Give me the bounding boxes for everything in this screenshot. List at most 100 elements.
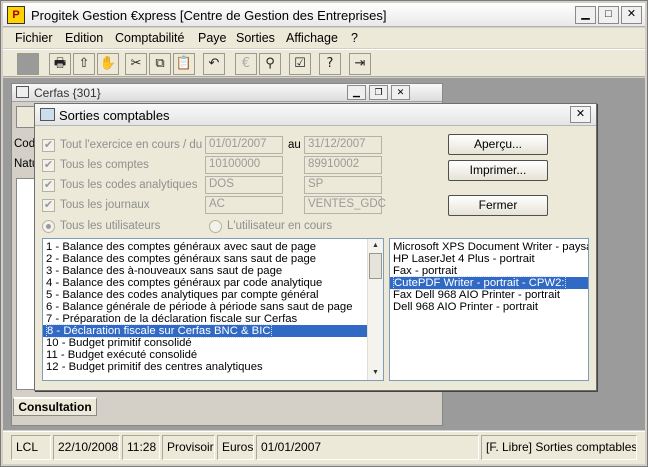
scroll-thumb[interactable] <box>369 253 382 279</box>
status-user: LCL <box>11 435 51 460</box>
menu-edition[interactable]: Edition <box>65 31 103 45</box>
all-journals-checkbox[interactable]: ✔ <box>42 199 55 212</box>
printer-item[interactable]: HP LaserJet 4 Plus - portrait <box>390 253 588 265</box>
hand-icon[interactable]: ✋ <box>97 53 119 75</box>
menu-help[interactable]: ? <box>351 31 358 45</box>
all-analytics-label: Tous les codes analytiques <box>60 179 198 191</box>
analytic-from-field[interactable]: DOS <box>205 176 283 194</box>
report-list[interactable]: 1 - Balance des comptes généraux avec sa… <box>42 238 384 381</box>
window-icon <box>16 86 29 98</box>
all-accounts-label: Tous les comptes <box>60 159 149 171</box>
status-currency: Euros <box>217 435 254 460</box>
report-item[interactable]: 11 - Budget exécuté consolidé <box>43 349 369 361</box>
report-item-label: 3 - Balance des à-nouveaux sans saut de … <box>46 265 283 277</box>
print-button[interactable]: Imprimer... <box>448 160 548 181</box>
copy-icon[interactable]: ⧉ <box>149 53 171 75</box>
folder-up-icon[interactable]: ⇧ <box>73 53 95 75</box>
cerfas-title: Cerfas {301} <box>34 86 101 100</box>
print-icon[interactable]: 🖶 <box>49 53 71 75</box>
analytic-to-field[interactable]: SP <box>304 176 382 194</box>
period-to-field[interactable]: 31/12/2007 <box>304 136 382 154</box>
report-item[interactable]: 4 - Balance des comptes généraux par cod… <box>43 277 369 289</box>
child-close-icon[interactable]: ✕ <box>391 85 410 100</box>
window-title: Progitek Gestion €xpress [Centre de Gest… <box>31 8 387 23</box>
report-item[interactable]: 10 - Budget primitif consolidé <box>43 337 369 349</box>
undo-icon[interactable]: ↶ <box>203 53 225 75</box>
main-window: P Progitek Gestion €xpress [Centre de Ge… <box>0 0 648 467</box>
printer-item-label: CutePDF Writer - portrait - CPW2: <box>393 276 566 290</box>
scroll-up-icon[interactable]: ▲ <box>368 239 383 253</box>
all-period-checkbox[interactable]: ✔ <box>42 139 55 152</box>
report-item-label: 11 - Budget exécuté consolidé <box>46 349 198 361</box>
scroll-down-icon[interactable]: ▼ <box>368 366 383 380</box>
current-user-radio[interactable] <box>209 220 222 233</box>
account-to-field[interactable]: 89910002 <box>304 156 382 174</box>
child-restore-icon[interactable]: ❐ <box>369 85 388 100</box>
all-period-label: Tout l'exercice en cours / du <box>60 139 203 151</box>
printer-item[interactable]: CutePDF Writer - portrait - CPW2: <box>390 276 588 290</box>
all-users-label: Tous les utilisateurs <box>60 220 161 232</box>
report-item[interactable]: 2 - Balance des comptes généraux sans sa… <box>43 253 369 265</box>
period-sep-label: au <box>288 139 301 151</box>
status-date: 22/10/2008 <box>53 435 120 460</box>
all-users-radio[interactable] <box>42 220 55 233</box>
dialog-title: Sorties comptables <box>59 108 170 123</box>
dialog-title-bar: Sorties comptables ✕ <box>35 104 596 126</box>
maximize-icon[interactable]: □ <box>598 6 619 24</box>
menu-paye[interactable]: Paye <box>198 31 227 45</box>
help-icon[interactable]: ? <box>319 53 341 75</box>
report-item[interactable]: 1 - Balance des comptes généraux avec sa… <box>43 241 369 253</box>
report-item[interactable]: 3 - Balance des à-nouveaux sans saut de … <box>43 265 369 277</box>
printer-item-label: HP LaserJet 4 Plus - portrait <box>393 253 535 265</box>
journal-from-field[interactable]: AC <box>205 196 283 214</box>
status-period: 01/01/2007 <box>256 435 479 460</box>
report-item-label: 6 - Balance générale de période à périod… <box>46 301 353 313</box>
journal-to-field[interactable]: VENTES_GDC <box>304 196 386 214</box>
all-accounts-checkbox[interactable]: ✔ <box>42 159 55 172</box>
report-item-label: 1 - Balance des comptes généraux avec sa… <box>46 241 317 253</box>
toolbar: 🖶 ⇧ ✋ ✂ ⧉ 📋 ↶ € ⚲ ☑ ? ⇥ <box>3 49 645 77</box>
stop-icon[interactable] <box>17 53 39 75</box>
printer-item-label: Fax Dell 968 AIO Printer - portrait <box>393 289 561 301</box>
exit-icon[interactable]: ⇥ <box>349 53 371 75</box>
child-panel <box>16 178 36 390</box>
account-from-field[interactable]: 10100000 <box>205 156 283 174</box>
period-from-field[interactable]: 01/01/2007 <box>205 136 283 154</box>
report-list-scrollbar[interactable]: ▲ ▼ <box>367 239 383 380</box>
dialog-close-icon[interactable]: ✕ <box>570 106 591 123</box>
properties-icon[interactable]: ☑ <box>289 53 311 75</box>
report-item[interactable]: 8 - Déclaration fiscale sur Cerfas BNC &… <box>43 324 369 338</box>
title-bar: P Progitek Gestion €xpress [Centre de Ge… <box>3 3 645 27</box>
preview-button[interactable]: Aperçu... <box>448 134 548 155</box>
euro-icon[interactable]: € <box>235 53 257 75</box>
printer-item[interactable]: Microsoft XPS Document Writer - paysag <box>390 241 588 253</box>
close-button[interactable]: Fermer <box>448 195 548 216</box>
report-item-label: 8 - Déclaration fiscale sur Cerfas BNC &… <box>46 324 272 338</box>
menu-affichage[interactable]: Affichage <box>286 31 338 45</box>
menu-comptabilite[interactable]: Comptabilité <box>115 31 184 45</box>
report-item-label: 10 - Budget primitif consolidé <box>46 337 192 349</box>
report-item[interactable]: 5 - Balance des codes analytiques par co… <box>43 289 369 301</box>
tab-consultation[interactable]: Consultation <box>13 397 97 416</box>
child-minimize-icon[interactable]: ▁ <box>347 85 366 100</box>
minimize-icon[interactable]: ▁ <box>575 6 596 24</box>
menu-sorties[interactable]: Sorties <box>236 31 275 45</box>
sorties-dialog: Sorties comptables ✕ ✔ Tout l'exercice e… <box>34 103 597 391</box>
printer-item[interactable]: Fax Dell 968 AIO Printer - portrait <box>390 289 588 301</box>
status-message: [F. Libre] Sorties comptables <box>481 435 637 460</box>
cut-icon[interactable]: ✂ <box>125 53 147 75</box>
printer-item[interactable]: Dell 968 AIO Printer - portrait <box>390 301 588 313</box>
paste-icon[interactable]: 📋 <box>173 53 195 75</box>
cerfas-title-bar: Cerfas {301} ▁ ❐ ✕ <box>12 84 442 102</box>
report-item[interactable]: 12 - Budget primitif des centres analyti… <box>43 361 369 373</box>
printer-list[interactable]: Microsoft XPS Document Writer - paysag HP… <box>389 238 589 381</box>
status-mode: Provisoire <box>162 435 215 460</box>
binoculars-icon[interactable]: ⚲ <box>259 53 281 75</box>
all-analytics-checkbox[interactable]: ✔ <box>42 179 55 192</box>
close-icon[interactable]: ✕ <box>621 6 642 24</box>
report-item[interactable]: 6 - Balance générale de période à périod… <box>43 301 369 313</box>
status-time: 11:28 <box>122 435 160 460</box>
report-item-label: 12 - Budget primitif des centres analyti… <box>46 361 263 373</box>
menu-fichier[interactable]: Fichier <box>15 31 53 45</box>
report-item-label: 2 - Balance des comptes généraux sans sa… <box>46 253 317 265</box>
